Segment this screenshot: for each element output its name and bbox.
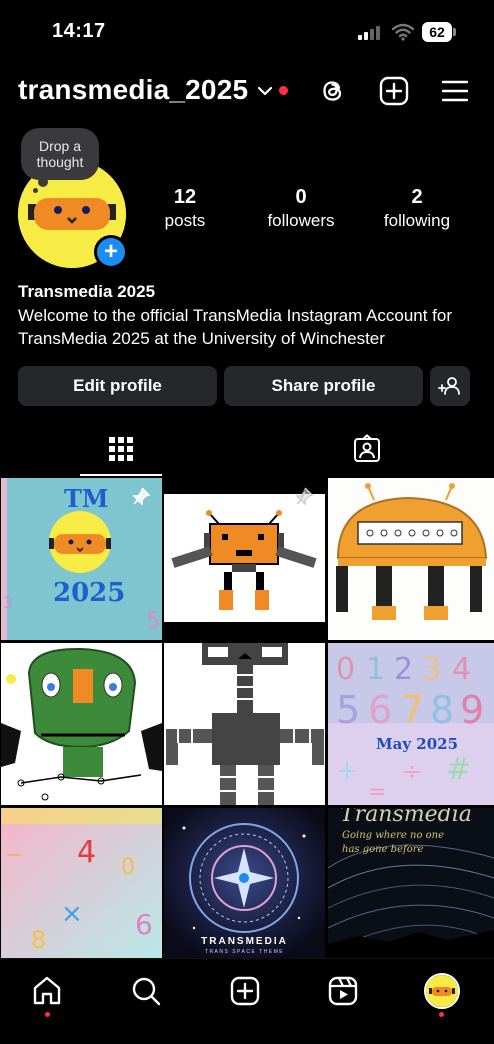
- tab-tagged[interactable]: [247, 428, 494, 476]
- post-thumbnail[interactable]: [1, 643, 162, 805]
- svg-text:#: #: [446, 752, 471, 787]
- create-icon[interactable]: [379, 76, 409, 106]
- post-thumbnail[interactable]: 0 1 2 3 4 5 6 7 8 9 + ÷ # = May 2025: [328, 643, 494, 805]
- notification-dot: [279, 86, 288, 95]
- followers-count-label: followers: [267, 211, 335, 230]
- posts-count-label: posts: [164, 211, 206, 230]
- share-profile-button[interactable]: Share profile: [224, 366, 423, 406]
- followers-count-value: 0: [295, 186, 307, 208]
- post-year-text: 2025: [53, 578, 126, 608]
- svg-text:6: 6: [368, 688, 392, 732]
- bottom-navigation: [0, 958, 494, 1044]
- svg-text:2: 2: [394, 652, 413, 687]
- svg-text:8: 8: [31, 926, 46, 954]
- svg-text:3: 3: [3, 593, 13, 612]
- pinned-icon: [132, 487, 151, 506]
- battery-indicator: 62: [422, 22, 456, 42]
- post-title-text: Transmedia: [340, 808, 472, 827]
- status-time: 14:17: [52, 20, 106, 42]
- post-thumbnail[interactable]: 5 3 TM 2025: [1, 478, 162, 640]
- add-story-button[interactable]: +: [94, 235, 128, 269]
- active-tab-indicator: [80, 474, 162, 476]
- post-thumbnail[interactable]: [328, 478, 494, 640]
- wifi-icon: [392, 23, 414, 41]
- grid-icon: [109, 437, 133, 461]
- svg-text:0: 0: [121, 855, 135, 880]
- add-person-icon: [438, 377, 460, 395]
- svg-text:1: 1: [366, 652, 385, 687]
- posts-count[interactable]: 12 posts: [154, 186, 216, 231]
- post-thumbnail[interactable]: 4 0 − × 8 6: [1, 808, 162, 970]
- svg-text:−: −: [5, 843, 23, 868]
- reels-icon[interactable]: [327, 975, 359, 1007]
- post-thumbnail[interactable]: [164, 478, 325, 640]
- svg-text:4: 4: [452, 652, 471, 687]
- svg-text:×: ×: [61, 899, 83, 929]
- home-icon[interactable]: [31, 975, 63, 1007]
- following-count-value: 2: [411, 186, 423, 208]
- svg-text:3: 3: [422, 652, 441, 687]
- following-count-label: following: [383, 211, 451, 230]
- chevron-down-icon[interactable]: [257, 84, 273, 98]
- edit-profile-button[interactable]: Edit profile: [18, 366, 217, 406]
- cellular-signal-icon: [358, 26, 380, 40]
- svg-text:=: =: [368, 780, 386, 805]
- threads-icon[interactable]: [318, 76, 348, 106]
- posts-count-value: 12: [173, 186, 197, 208]
- svg-text:÷: ÷: [402, 757, 422, 785]
- note-bubble[interactable]: Drop a thought: [21, 128, 99, 180]
- bio-text: Welcome to the official TransMedia Insta…: [18, 306, 453, 348]
- svg-text:6: 6: [135, 908, 153, 941]
- profile-notification-dot: [439, 1012, 444, 1017]
- post-quote-line1: Going where no one: [342, 830, 445, 841]
- post-tm-text: TM: [64, 484, 109, 513]
- username-switcher[interactable]: transmedia_2025: [18, 74, 248, 106]
- post-thumbnail[interactable]: [164, 643, 325, 805]
- pinned-icon: [295, 487, 314, 506]
- followers-count[interactable]: 0 followers: [258, 186, 344, 231]
- svg-text:7: 7: [400, 688, 424, 732]
- note-bubble-tail: [38, 177, 48, 187]
- note-bubble-tail-small: [33, 188, 38, 193]
- battery-level: 62: [422, 22, 452, 42]
- post-date-text: May 2025: [376, 735, 459, 753]
- svg-text:0: 0: [336, 652, 355, 687]
- post-brand-text: TRANSMEDIA: [201, 936, 288, 947]
- robot-avatar-icon: [426, 975, 458, 1007]
- svg-text:5: 5: [146, 609, 160, 634]
- svg-text:9: 9: [460, 688, 484, 732]
- status-bar: 14:17 62: [0, 0, 494, 64]
- post-thumbnail[interactable]: TRANSMEDIA TRANS SPACE THEME: [164, 808, 325, 970]
- plus-icon: +: [97, 238, 125, 266]
- svg-text:4: 4: [77, 835, 96, 870]
- display-name: Transmedia 2025: [18, 282, 156, 301]
- create-post-icon[interactable]: [229, 975, 261, 1007]
- following-count[interactable]: 2 following: [374, 186, 460, 231]
- post-tag-text: TRANS SPACE THEME: [204, 949, 285, 955]
- discover-people-button[interactable]: [430, 366, 470, 406]
- tab-posts-grid[interactable]: [0, 428, 247, 476]
- search-icon[interactable]: [130, 975, 162, 1007]
- tagged-person-icon: [354, 434, 380, 462]
- profile-tabs: [0, 428, 494, 476]
- profile-header: transmedia_2025: [0, 66, 494, 118]
- note-text: Drop a thought: [36, 138, 84, 170]
- svg-text:+: +: [336, 756, 358, 786]
- profile-tab-avatar[interactable]: [424, 973, 460, 1009]
- post-thumbnail[interactable]: Transmedia Going where no one has gone b…: [328, 808, 494, 970]
- post-quote-line2: has gone before: [342, 844, 424, 855]
- home-notification-dot: [45, 1012, 50, 1017]
- menu-icon[interactable]: [440, 76, 470, 106]
- svg-text:8: 8: [430, 688, 454, 732]
- svg-text:5: 5: [336, 688, 360, 732]
